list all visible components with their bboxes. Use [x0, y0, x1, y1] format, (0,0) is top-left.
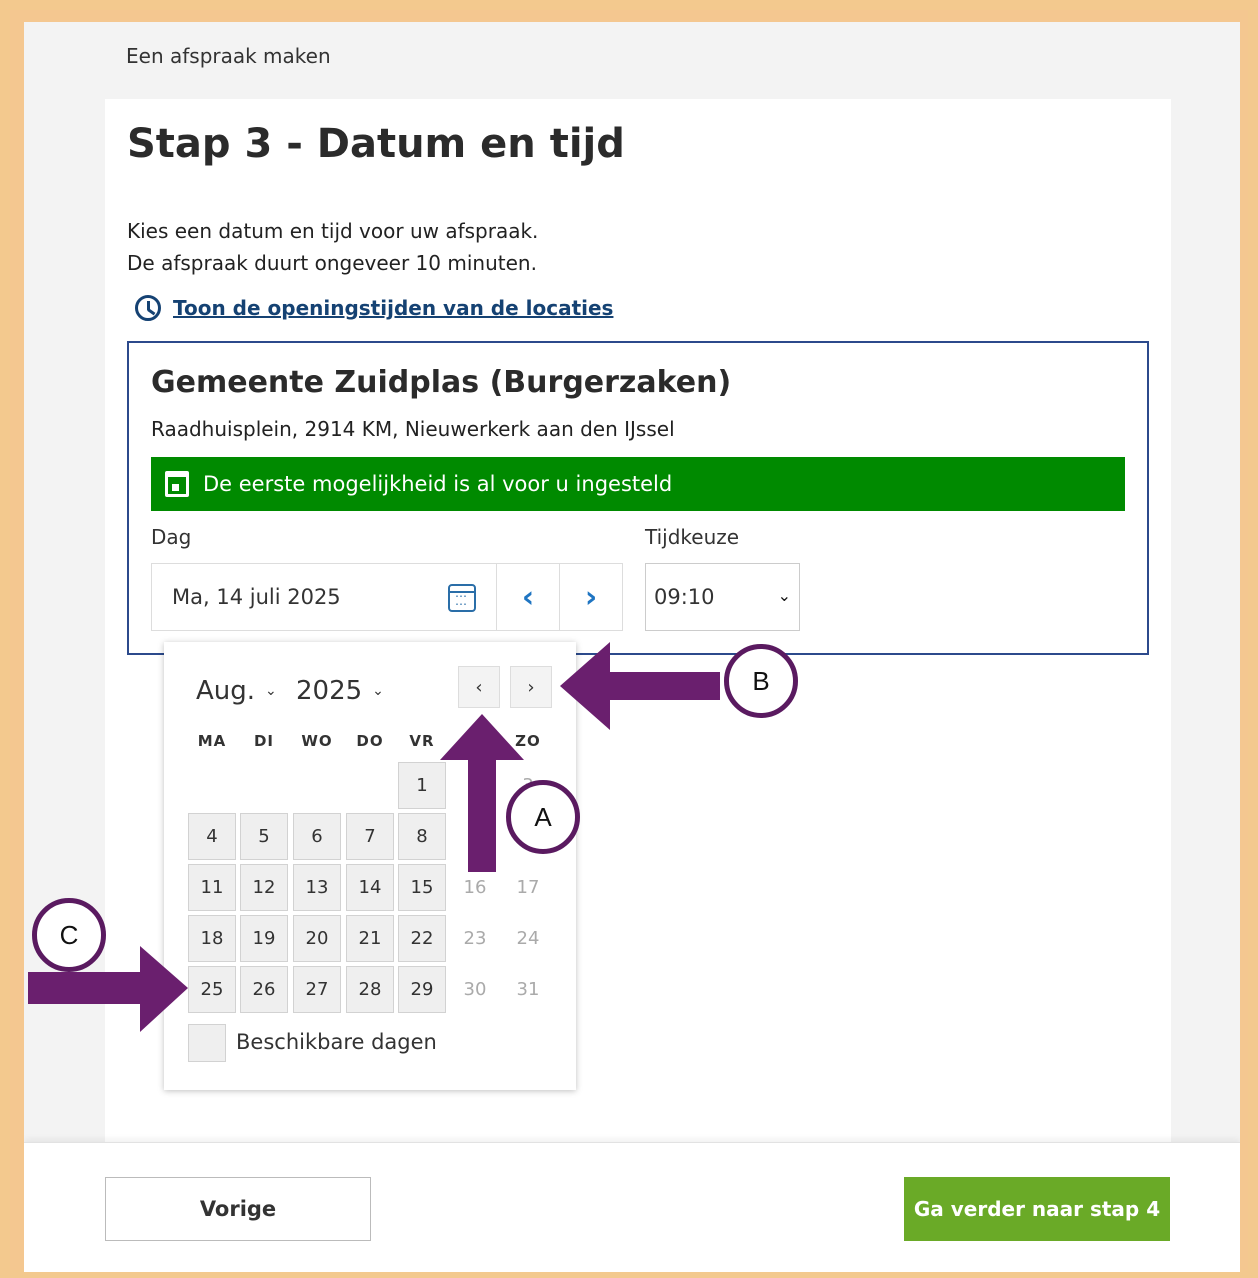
calendar-day-available[interactable]: 12 — [240, 864, 288, 911]
calendar-day-unavailable: 24 — [516, 928, 540, 949]
calendar-day-available[interactable]: 4 — [188, 813, 236, 860]
page-title: Stap 3 - Datum en tijd — [127, 121, 625, 167]
annotation-marker-b: B — [724, 644, 798, 718]
calendar-day-available[interactable]: 22 — [398, 915, 446, 962]
datepicker-popup: Aug. ⌄ 2025 ⌄ ‹ › Beschikbare dagen MA DI… — [164, 642, 576, 1090]
weekday-header: ZO — [515, 732, 541, 750]
weekday-header: MA — [197, 732, 227, 750]
intro-line: Kies een datum en tijd voor uw afspraak. — [127, 219, 539, 243]
calendar-day-available[interactable]: 13 — [293, 864, 341, 911]
time-label: Tijdkeuze — [645, 525, 740, 549]
month-value: Aug. — [196, 676, 256, 706]
continue-button[interactable]: Ga verder naar stap 4 — [904, 1177, 1170, 1241]
calendar-day-available[interactable]: 1 — [398, 762, 446, 809]
location-panel: Gemeente Zuidplas (Burgerzaken) Raadhuis… — [127, 341, 1149, 655]
calendar-day-available[interactable]: 29 — [398, 966, 446, 1013]
calendar-day-unavailable: 2 — [469, 775, 481, 796]
calendar-day-available[interactable]: 8 — [398, 813, 446, 860]
previous-button[interactable]: Vorige — [105, 1177, 371, 1241]
calendar-picker-icon[interactable] — [448, 584, 476, 612]
year-dropdown[interactable]: 2025 ⌄ — [296, 676, 384, 706]
time-select[interactable]: 09:10 ⌄ — [645, 563, 800, 631]
calendar-day-available[interactable]: 14 — [346, 864, 394, 911]
clock-icon — [135, 295, 161, 321]
opening-hours-link-label: Toon de openingstijden van de locaties — [173, 296, 614, 320]
weekday-header: ZA — [462, 732, 488, 750]
chevron-down-icon: ⌄ — [777, 586, 791, 605]
calendar-day-available[interactable]: 21 — [346, 915, 394, 962]
month-dropdown[interactable]: Aug. ⌄ — [196, 676, 277, 706]
calendar-day-available[interactable]: 26 — [240, 966, 288, 1013]
day-label: Dag — [151, 525, 192, 549]
previous-day-button[interactable]: ‹ — [496, 563, 560, 631]
next-month-button[interactable]: › — [510, 666, 552, 708]
calendar-day-unavailable: 17 — [516, 877, 540, 898]
first-available-banner: De eerste mogelijkheid is al voor u inge… — [151, 457, 1125, 511]
calendar-day-available[interactable]: 15 — [398, 864, 446, 911]
next-day-button[interactable]: › — [559, 563, 623, 631]
calendar-day-unavailable: 30 — [463, 979, 487, 1000]
weekday-header: DI — [253, 732, 275, 750]
footer-bar: Vorige Ga verder naar stap 4 — [24, 1142, 1240, 1272]
chevron-down-icon: ⌄ — [265, 683, 277, 699]
calendar-day-available[interactable]: 7 — [346, 813, 394, 860]
calendar-day-available[interactable]: 27 — [293, 966, 341, 1013]
date-value: Ma, 14 juli 2025 — [172, 585, 341, 609]
location-address: Raadhuisplein, 2914 KM, Nieuwerkerk aan … — [151, 417, 675, 441]
calendar-day-unavailable: 23 — [463, 928, 487, 949]
breadcrumb: Een afspraak maken — [126, 44, 331, 68]
banner-text: De eerste mogelijkheid is al voor u inge… — [203, 472, 673, 496]
legend-label: Beschikbare dagen — [236, 1030, 437, 1054]
calendar-day-available[interactable]: 20 — [293, 915, 341, 962]
weekday-header: DO — [356, 732, 384, 750]
calendar-icon — [165, 471, 189, 497]
opening-hours-link[interactable]: Toon de openingstijden van de locaties — [135, 295, 613, 321]
calendar-day-available[interactable]: 6 — [293, 813, 341, 860]
calendar-day-unavailable: 16 — [463, 877, 487, 898]
date-field[interactable]: Ma, 14 juli 2025 — [151, 563, 497, 631]
calendar-day-available[interactable]: 11 — [188, 864, 236, 911]
calendar-day-available[interactable]: 28 — [346, 966, 394, 1013]
chevron-down-icon: ⌄ — [372, 683, 384, 699]
weekday-header: WO — [301, 732, 333, 750]
year-value: 2025 — [296, 676, 363, 706]
annotation-marker-a: A — [506, 780, 580, 854]
legend-swatch — [188, 1024, 226, 1062]
location-name: Gemeente Zuidplas (Burgerzaken) — [151, 365, 732, 400]
calendar-day-available[interactable]: 5 — [240, 813, 288, 860]
calendar-day-available[interactable]: 25 — [188, 966, 236, 1013]
time-value: 09:10 — [654, 585, 715, 609]
weekday-header: VR — [409, 732, 435, 750]
annotation-marker-c: C — [32, 898, 106, 972]
calendar-day-unavailable: 9 — [469, 826, 481, 847]
calendar-day-unavailable: 31 — [516, 979, 540, 1000]
calendar-day-available[interactable]: 18 — [188, 915, 236, 962]
intro-text: Kies een datum en tijd voor uw afspraak.… — [127, 215, 538, 279]
previous-month-button[interactable]: ‹ — [458, 666, 500, 708]
intro-line: De afspraak duurt ongeveer 10 minuten. — [127, 251, 537, 275]
calendar-day-available[interactable]: 19 — [240, 915, 288, 962]
